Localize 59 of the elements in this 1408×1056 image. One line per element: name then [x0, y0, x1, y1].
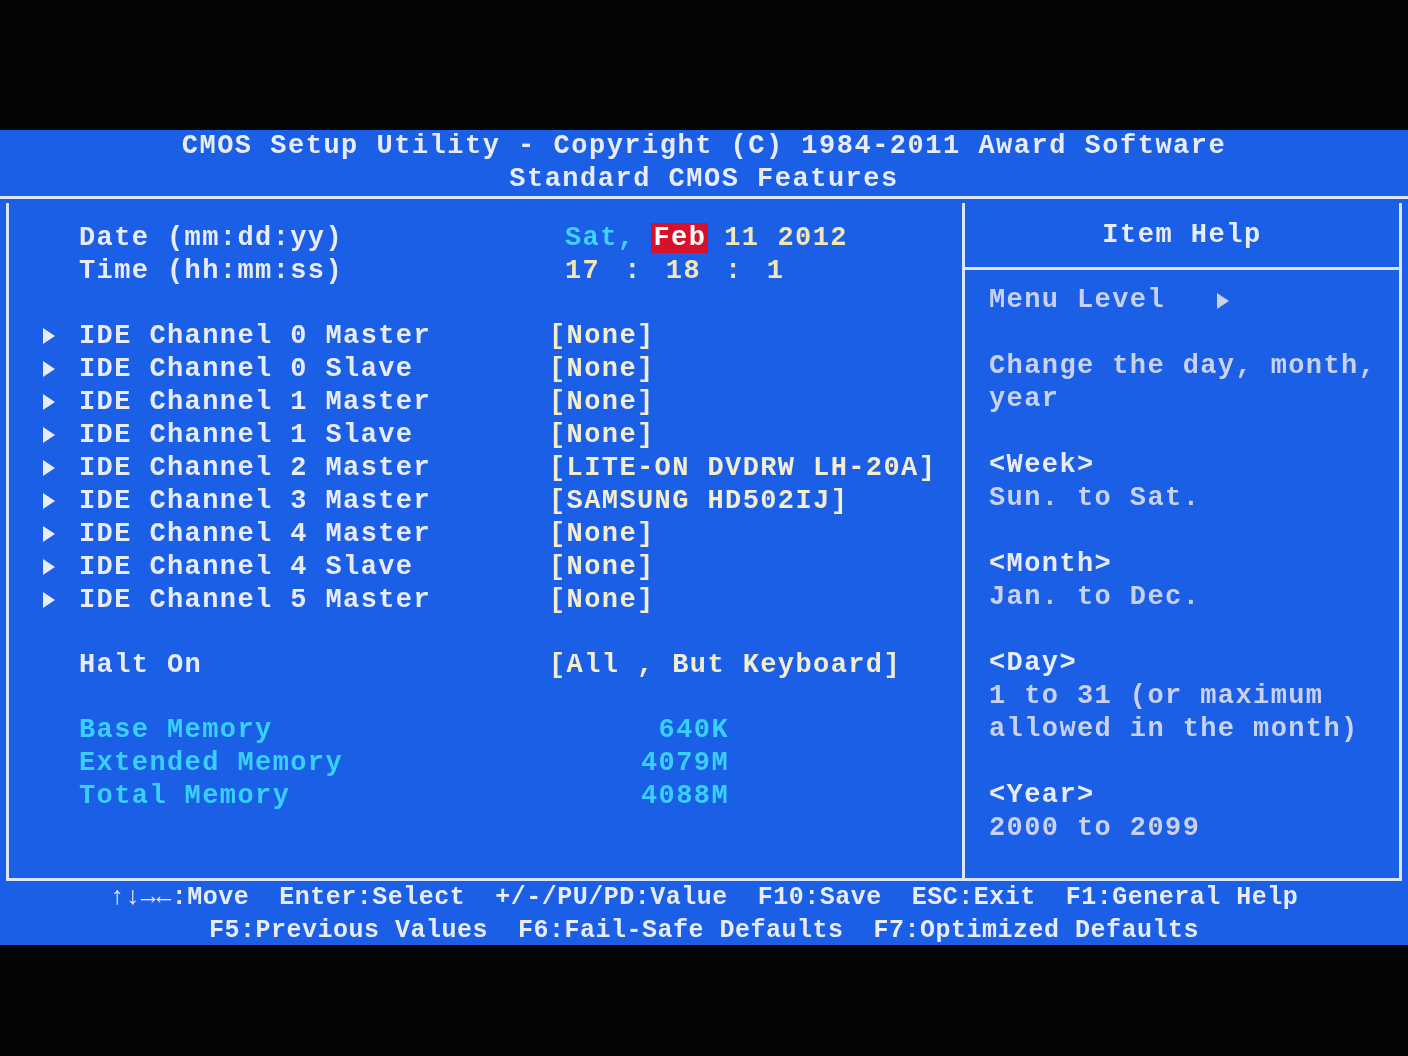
setting-label: Time (hh:mm:ss)	[79, 255, 345, 286]
time-separator: :	[623, 255, 643, 286]
setting-value: [None]	[549, 518, 655, 549]
help-text: Jan. to Dec.	[989, 581, 1202, 614]
date-field[interactable]: 2012	[775, 222, 850, 253]
key-hint: F10:Save	[757, 882, 882, 914]
time-field[interactable]: 18	[663, 255, 704, 286]
header-title: CMOS Setup Utility - Copyright (C) 1984-2011 Award Software	[181, 130, 1227, 163]
setting-value: [None]	[549, 551, 655, 582]
setting-value: [None]	[549, 353, 655, 384]
help-heading: <Year>	[989, 779, 1096, 812]
page-title: Standard CMOS Features	[509, 163, 899, 196]
help-text: 1 to 31 (or maximum allowed in the month)	[989, 680, 1360, 746]
menu-item[interactable]: IDE Channel 5 Master	[79, 584, 549, 615]
menu-item[interactable]: IDE Channel 0 Slave	[79, 353, 549, 384]
menu-item[interactable]: Halt On	[79, 649, 549, 680]
setting-value: [None]	[549, 320, 655, 351]
menu-level-label: Menu Level	[989, 284, 1166, 317]
menu-item[interactable]: IDE Channel 0 Master	[79, 320, 549, 351]
date-field[interactable]: Sat,	[563, 222, 638, 253]
key-hint: F6:Fail-Safe Defaults	[517, 915, 844, 947]
key-hint: F7:Optimized Defaults	[873, 915, 1200, 947]
key-hint: +/-/PU/PD:Value	[495, 882, 728, 914]
setting-value: [LITE-ON DVDRW LH-20A]	[549, 452, 937, 483]
key-hint: ESC:Exit	[911, 882, 1036, 914]
menu-item[interactable]: IDE Channel 4 Master	[79, 518, 549, 549]
menu-item[interactable]: IDE Channel 2 Master	[79, 452, 549, 483]
help-text: 2000 to 2099	[989, 812, 1202, 845]
setting-value: [None]	[549, 419, 655, 450]
help-text: Sun. to Sat.	[989, 482, 1202, 515]
setting-value: [None]	[549, 386, 655, 417]
menu-item[interactable]: IDE Channel 4 Slave	[79, 551, 549, 582]
memory-value: 4088M	[640, 780, 729, 811]
time-field[interactable]: 17	[563, 255, 603, 286]
menu-item[interactable]: IDE Channel 1 Master	[79, 386, 549, 417]
time-field[interactable]: 1	[764, 255, 787, 286]
help-heading: <Week>	[989, 449, 1096, 482]
key-hint: F1:General Help	[1065, 882, 1299, 914]
help-text: Change the day, month, year	[989, 350, 1378, 416]
help-heading: <Month>	[989, 548, 1114, 581]
setting-value: [SAMSUNG HD502IJ]	[549, 485, 849, 516]
setting-value: [None]	[549, 584, 655, 615]
key-hint: ↑↓→←:Move	[109, 882, 250, 914]
memory-value: 4079M	[640, 747, 729, 778]
key-hint: F5:Previous Values	[208, 915, 488, 947]
help-heading: <Day>	[989, 647, 1078, 680]
memory-label: Extended Memory	[79, 747, 345, 778]
key-hint: Enter:Select	[279, 882, 466, 914]
memory-label: Base Memory	[79, 714, 274, 745]
date-field[interactable]: Feb	[651, 222, 709, 253]
setting-value: [All , But Keyboard]	[549, 649, 902, 680]
menu-item[interactable]: IDE Channel 1 Slave	[79, 419, 549, 450]
menu-item[interactable]: IDE Channel 3 Master	[79, 485, 549, 516]
time-separator: :	[724, 255, 744, 286]
date-field[interactable]: 11	[722, 222, 762, 253]
help-title: Item Help	[965, 203, 1399, 270]
memory-label: Total Memory	[79, 780, 292, 811]
memory-value: 640K	[657, 714, 729, 745]
setting-label: Date (mm:dd:yy)	[79, 222, 345, 253]
